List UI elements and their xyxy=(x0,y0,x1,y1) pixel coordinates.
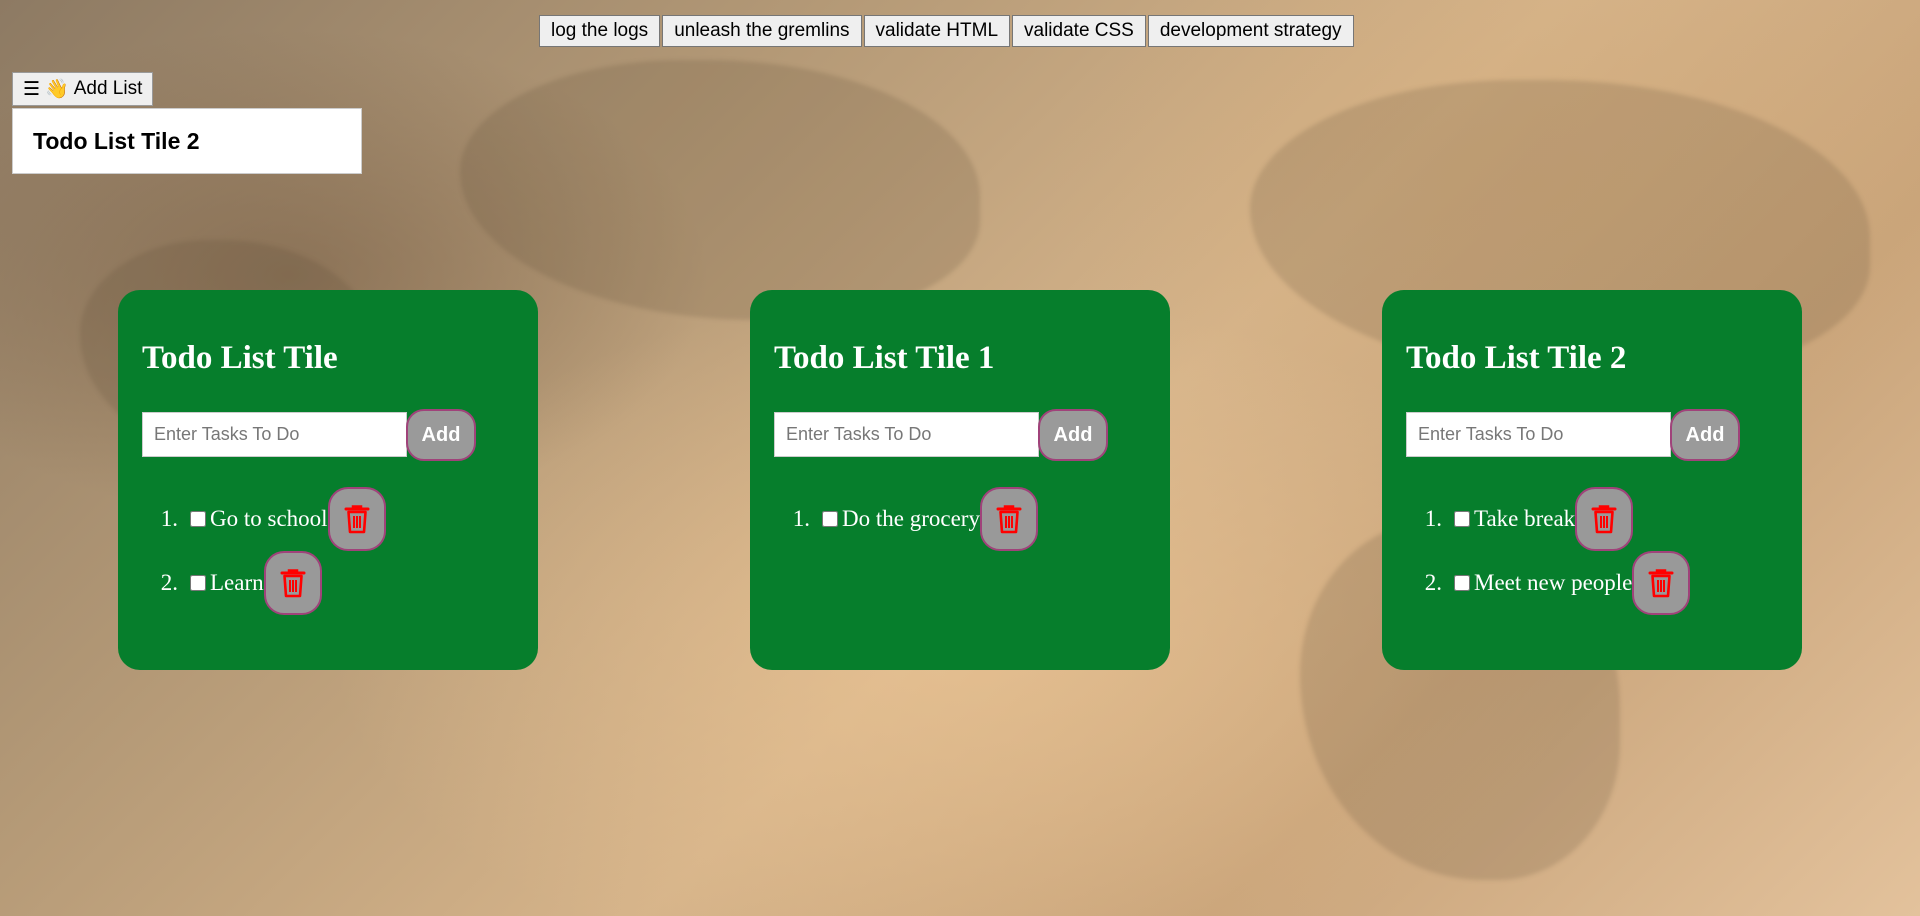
task-item: 2. Meet new people xyxy=(1406,551,1778,615)
delete-task-button[interactable] xyxy=(327,487,386,551)
task-checkbox[interactable] xyxy=(190,575,206,591)
dev-toolbar: log the logs unleash the gremlins valida… xyxy=(539,15,1356,47)
map-continent-shape xyxy=(460,60,980,320)
delete-task-button[interactable] xyxy=(979,487,1038,551)
trash-icon xyxy=(344,505,370,534)
task-number: 1. xyxy=(792,506,810,531)
tile-title: Todo List Tile xyxy=(142,340,338,376)
task-number: 2. xyxy=(160,570,178,595)
task-item: 1. Take break xyxy=(1406,487,1778,551)
list-dropdown: Todo List Tile 2 xyxy=(12,108,362,174)
log-the-logs-button[interactable]: log the logs xyxy=(539,15,661,47)
task-text: Do the grocery xyxy=(842,506,980,531)
task-list: 1. Do the grocery xyxy=(774,487,1146,551)
dropdown-item[interactable]: Todo List Tile 2 xyxy=(33,128,200,155)
task-text: Take break xyxy=(1474,506,1576,531)
task-input[interactable] xyxy=(774,412,1039,457)
task-checkbox[interactable] xyxy=(1454,511,1470,527)
hamburger-menu-icon: ☰ xyxy=(23,78,41,100)
add-list-menu-button[interactable]: ☰ 👋 Add List xyxy=(12,72,154,106)
task-item: 1. Go to school xyxy=(142,487,514,551)
task-checkbox[interactable] xyxy=(822,511,838,527)
task-text: Meet new people xyxy=(1474,570,1633,595)
trash-icon xyxy=(280,569,306,598)
development-strategy-button[interactable]: development strategy xyxy=(1147,15,1354,47)
todo-tile: Todo List Tile Add 1. Go to school 2. Le… xyxy=(118,290,538,670)
task-number: 1. xyxy=(1424,506,1442,531)
task-text: Learn xyxy=(210,570,264,595)
task-item: 2. Learn xyxy=(142,551,514,615)
task-checkbox[interactable] xyxy=(190,511,206,527)
task-list: 1. Take break 2. Meet new people xyxy=(1406,487,1778,615)
waving-hand-icon: 👋 xyxy=(45,79,69,100)
trash-icon xyxy=(1648,569,1674,598)
todo-tile: Todo List Tile 2 Add 1. Take break 2. Me… xyxy=(1382,290,1802,670)
task-checkbox[interactable] xyxy=(1454,575,1470,591)
tile-title: Todo List Tile 2 xyxy=(1406,340,1627,376)
add-task-row: Add xyxy=(1406,409,1778,461)
task-item: 1. Do the grocery xyxy=(774,487,1146,551)
add-task-button[interactable]: Add xyxy=(406,409,476,461)
add-task-button[interactable]: Add xyxy=(1670,409,1740,461)
delete-task-button[interactable] xyxy=(1575,487,1634,551)
trash-icon xyxy=(996,505,1022,534)
task-number: 2. xyxy=(1424,570,1442,595)
unleash-gremlins-button[interactable]: unleash the gremlins xyxy=(662,15,862,47)
task-number: 1. xyxy=(160,506,178,531)
task-text: Go to school xyxy=(210,506,328,531)
task-input[interactable] xyxy=(142,412,407,457)
todo-tile: Todo List Tile 1 Add 1. Do the grocery xyxy=(750,290,1170,670)
delete-task-button[interactable] xyxy=(263,551,322,615)
validate-css-button[interactable]: validate CSS xyxy=(1012,15,1146,47)
validate-html-button[interactable]: validate HTML xyxy=(863,15,1011,47)
add-task-button[interactable]: Add xyxy=(1038,409,1108,461)
add-task-row: Add xyxy=(774,409,1146,461)
task-input[interactable] xyxy=(1406,412,1671,457)
task-list: 1. Go to school 2. Learn xyxy=(142,487,514,615)
add-task-row: Add xyxy=(142,409,514,461)
tile-title: Todo List Tile 1 xyxy=(774,340,995,376)
delete-task-button[interactable] xyxy=(1632,551,1691,615)
add-list-label: Add List xyxy=(73,78,143,99)
trash-icon xyxy=(1591,505,1617,534)
